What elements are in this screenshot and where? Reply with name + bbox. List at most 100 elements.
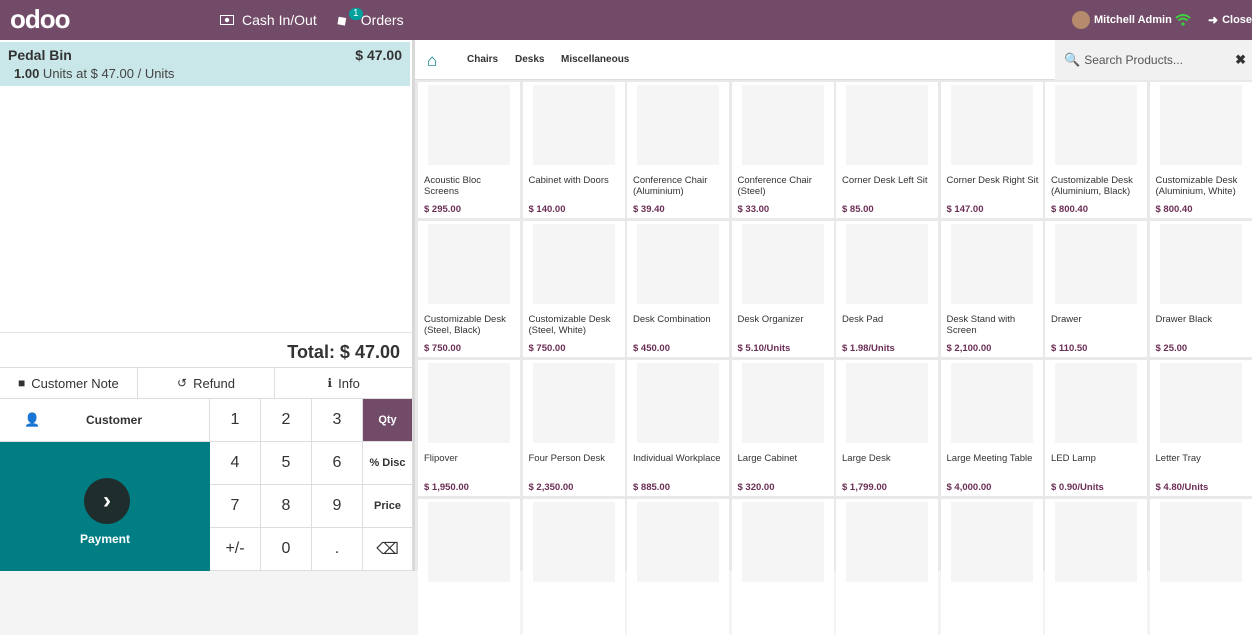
customer-note-button[interactable]: ■ Customer Note: [0, 368, 138, 398]
product-price: $ 1,950.00: [424, 482, 469, 493]
product-card[interactable]: Desk Combination $ 450.00: [627, 221, 729, 357]
key-9[interactable]: 9: [312, 485, 363, 528]
product-price: $ 4.80/Units: [1155, 482, 1209, 493]
control-buttons: ■ Customer Note ↺ Refund ℹ Info: [0, 367, 412, 399]
product-image: [428, 363, 510, 443]
product-card[interactable]: Letter Tray $ 4.80/Units: [1149, 360, 1252, 496]
product-card[interactable]: [940, 499, 1043, 635]
discount-mode-button[interactable]: % Disc: [363, 442, 413, 485]
product-card[interactable]: [731, 499, 834, 635]
product-name: Desk Combination: [633, 314, 711, 325]
key-1[interactable]: 1: [210, 399, 261, 442]
product-card[interactable]: Flipover $ 1,950.00: [418, 360, 520, 496]
info-label: Info: [338, 375, 360, 391]
product-name: Customizable Desk (Aluminium, White): [1155, 175, 1238, 197]
close-button[interactable]: ➜ Close: [1208, 0, 1252, 40]
product-card[interactable]: Conference Chair (Steel) $ 33.00: [731, 82, 834, 218]
product-card[interactable]: Acoustic Bloc Screens $ 295.00: [418, 82, 520, 218]
key-plus-minus[interactable]: +/-: [210, 528, 261, 571]
close-label: Close: [1222, 14, 1252, 26]
clear-search-icon[interactable]: ✖: [1235, 52, 1246, 68]
order-line-qty-info: 1.00 Units at $ 47.00 / Units: [14, 66, 174, 81]
product-card[interactable]: Cabinet with Doors $ 140.00: [522, 82, 625, 218]
category-bar: ⌂ Chairs Desks Miscellaneous 🔍 ✖: [415, 40, 1252, 80]
product-card[interactable]: Corner Desk Left Sit $ 85.00: [836, 82, 938, 218]
product-image: [637, 224, 719, 304]
product-card[interactable]: Corner Desk Right Sit $ 147.00: [940, 82, 1043, 218]
product-image: [428, 502, 510, 582]
key-3[interactable]: 3: [312, 399, 363, 442]
product-card[interactable]: Customizable Desk (Steel, White) $ 750.00: [522, 221, 625, 357]
product-card[interactable]: Desk Pad $ 1.98/Units: [836, 221, 938, 357]
product-name: Conference Chair (Steel): [737, 175, 812, 197]
order-line[interactable]: Pedal Bin $ 47.00 1.00 Units at $ 47.00 …: [0, 42, 410, 86]
qty-mode-button[interactable]: Qty: [363, 399, 413, 442]
cash-in-out-button[interactable]: Cash In/Out: [220, 0, 317, 40]
customer-note-label: Customer Note: [31, 375, 119, 391]
key-7[interactable]: 7: [210, 485, 261, 528]
product-image: [950, 224, 1033, 304]
product-price: $ 295.00: [424, 204, 461, 215]
customer-button[interactable]: 👤 Customer: [0, 399, 210, 442]
home-icon[interactable]: ⌂: [427, 51, 437, 71]
product-card[interactable]: Customizable Desk (Aluminium, White) $ 80…: [1149, 82, 1252, 218]
product-image: [1055, 363, 1137, 443]
product-card[interactable]: [1045, 499, 1147, 635]
product-price: $ 25.00: [1155, 343, 1188, 354]
product-name: Large Desk: [842, 453, 891, 464]
backspace-button[interactable]: ⌫: [363, 528, 413, 571]
key-6[interactable]: 6: [312, 442, 363, 485]
key-2[interactable]: 2: [261, 399, 312, 442]
product-card[interactable]: Drawer $ 110.50: [1045, 221, 1147, 357]
orders-count-badge: 1: [349, 8, 363, 20]
product-price: $ 110.50: [1051, 343, 1088, 354]
product-image: [1159, 363, 1242, 443]
product-image: [637, 85, 719, 165]
product-card[interactable]: Large Meeting Table $ 4,000.00: [940, 360, 1043, 496]
category-miscellaneous[interactable]: Miscellaneous: [561, 54, 629, 65]
product-image: [637, 502, 719, 582]
product-price: $ 800.40: [1155, 204, 1193, 215]
product-card[interactable]: Desk Stand with Screen $ 2,100.00: [940, 221, 1043, 357]
product-card[interactable]: [627, 499, 729, 635]
product-card[interactable]: LED Lamp $ 0.90/Units: [1045, 360, 1147, 496]
product-card[interactable]: Drawer Black $ 25.00: [1149, 221, 1252, 357]
product-name: Desk Pad: [842, 314, 884, 325]
info-button[interactable]: ℹ Info: [275, 368, 412, 398]
refund-label: Refund: [193, 375, 235, 391]
price-mode-button[interactable]: Price: [363, 485, 413, 528]
key-8[interactable]: 8: [261, 485, 312, 528]
product-card[interactable]: [836, 499, 938, 635]
product-card[interactable]: [522, 499, 625, 635]
key-5[interactable]: 5: [261, 442, 312, 485]
product-card[interactable]: [1149, 499, 1252, 635]
product-name: Individual Workplace: [633, 453, 721, 464]
product-card[interactable]: [418, 499, 520, 635]
key-4[interactable]: 4: [210, 442, 261, 485]
product-name: Corner Desk Right Sit: [946, 175, 1039, 186]
product-card[interactable]: Customizable Desk (Steel, Black) $ 750.00: [418, 221, 520, 357]
wifi-icon[interactable]: [1175, 0, 1191, 40]
product-card[interactable]: Desk Organizer $ 5.10/Units: [731, 221, 834, 357]
category-chairs[interactable]: Chairs: [467, 54, 498, 65]
product-price: $ 85.00: [842, 204, 874, 215]
product-image: [532, 85, 615, 165]
product-image: [741, 85, 824, 165]
key-decimal[interactable]: .: [312, 528, 363, 571]
category-desks[interactable]: Desks: [515, 54, 544, 65]
payment-button[interactable]: › Payment: [0, 442, 210, 571]
product-card[interactable]: Individual Workplace $ 885.00: [627, 360, 729, 496]
product-card[interactable]: Large Desk $ 1,799.00: [836, 360, 938, 496]
product-name: Large Meeting Table: [946, 453, 1033, 464]
product-card[interactable]: Conference Chair (Aluminium) $ 39.40: [627, 82, 729, 218]
product-card[interactable]: Large Cabinet $ 320.00: [731, 360, 834, 496]
refund-button[interactable]: ↺ Refund: [138, 368, 276, 398]
cash-in-out-label: Cash In/Out: [242, 12, 317, 28]
user-menu[interactable]: Mitchell Admin: [1072, 0, 1172, 40]
key-0[interactable]: 0: [261, 528, 312, 571]
orders-button[interactable]: ◆ 1 Orders: [332, 0, 404, 40]
product-card[interactable]: Four Person Desk $ 2,350.00: [522, 360, 625, 496]
product-card[interactable]: Customizable Desk (Aluminium, Black) $ 80…: [1045, 82, 1147, 218]
product-image: [1055, 502, 1137, 582]
search-input[interactable]: [1084, 53, 1225, 67]
